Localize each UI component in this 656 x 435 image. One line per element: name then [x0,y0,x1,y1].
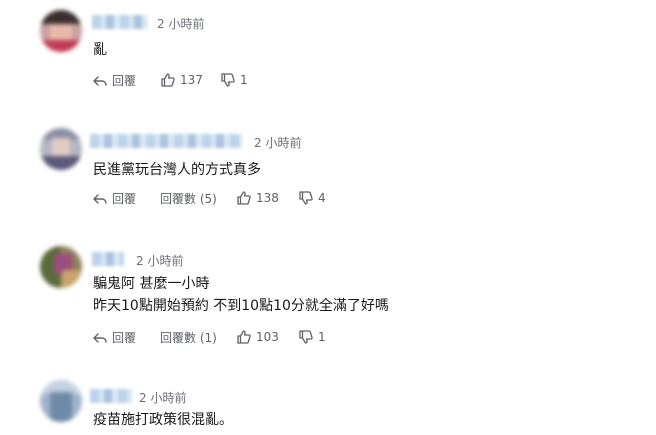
comment-text: 疫苗施打政策很混亂。 [93,412,233,428]
comment-time: 2 小時前 [139,391,187,405]
avatar[interactable] [40,380,82,422]
comment-item: 2 小時前 疫苗施打政策很混亂。 [0,0,656,435]
username[interactable] [90,389,132,403]
